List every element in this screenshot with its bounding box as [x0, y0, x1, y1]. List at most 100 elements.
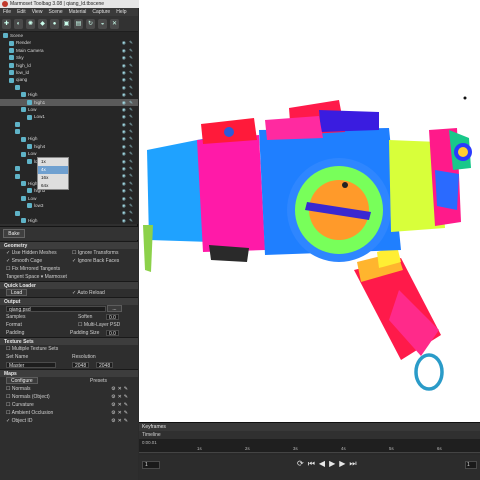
load-button[interactable]: Load — [6, 289, 28, 297]
visibility-toggle-icon[interactable]: ◉ ✎ — [122, 47, 134, 54]
map-row[interactable]: ✓ Object ID ⚙✕✎ — [0, 417, 138, 425]
menu-view[interactable]: View — [32, 8, 43, 16]
samples-option[interactable]: 16x — [38, 174, 68, 182]
multi-layer-psd-checkbox[interactable]: ☐ Multi-Layer PSD — [78, 321, 120, 329]
visibility-toggle-icon[interactable]: ◉ ✎ — [122, 187, 134, 194]
visibility-toggle-icon[interactable]: ◉ ✎ — [122, 172, 134, 179]
loop-icon[interactable]: ⟳ — [297, 459, 308, 468]
visibility-toggle-icon[interactable]: ◉ ✎ — [122, 128, 134, 135]
samples-dropdown-list[interactable]: 1x 4x 16x 64x — [37, 157, 69, 190]
menu-scene[interactable]: Scene — [48, 8, 62, 16]
quick-loader-section-header[interactable]: Quick Loader — [0, 281, 138, 289]
visibility-toggle-icon[interactable]: ◉ ✎ — [122, 121, 134, 128]
map-settings-icon[interactable]: ⚙✕✎ — [111, 417, 130, 425]
skip-end-icon[interactable]: ⏭ — [349, 459, 360, 468]
tree-row[interactable]: ◉ ✎ — [0, 165, 138, 172]
tree-row[interactable]: Render ◉ ✎ — [0, 39, 138, 46]
tree-row[interactable]: Sky ◉ ✎ — [0, 54, 138, 61]
tree-row[interactable]: Low1 ◉ ✎ — [0, 113, 138, 120]
presets-label[interactable]: Presets — [90, 377, 107, 385]
map-settings-icon[interactable]: ⚙✕✎ — [111, 409, 130, 417]
map-row[interactable]: ☐ Normals (Object) ⚙✕✎ — [0, 393, 138, 401]
visibility-toggle-icon[interactable]: ◉ ✎ — [122, 62, 134, 69]
visibility-toggle-icon[interactable]: ◉ ✎ — [122, 91, 134, 98]
configure-button[interactable]: Configure — [6, 377, 38, 385]
map-settings-icon[interactable]: ⚙✕✎ — [111, 401, 130, 409]
tree-row[interactable]: high4 ◉ ✎ — [0, 143, 138, 150]
play-icon[interactable]: ▶ — [329, 459, 339, 468]
tree-row[interactable]: high1 ◉ ✎ — [0, 98, 138, 106]
menu-edit[interactable]: Edit — [17, 8, 26, 16]
visibility-toggle-icon[interactable]: ◉ ✎ — [122, 69, 134, 76]
visibility-toggle-icon[interactable]: ◉ ✎ — [122, 76, 134, 83]
texture-sets-section-header[interactable]: Texture Sets — [0, 337, 138, 345]
step-back-icon[interactable]: ◀ — [319, 459, 329, 468]
tree-row[interactable]: High ◉ ✎ — [0, 180, 138, 187]
ignore-transforms-checkbox[interactable]: ☐ Ignore Transforms — [72, 249, 118, 257]
skip-start-icon[interactable]: ⏮ — [308, 459, 319, 468]
visibility-toggle-icon[interactable]: ◉ ✎ — [122, 150, 134, 157]
visibility-toggle-icon[interactable]: ◉ ✎ — [122, 202, 134, 209]
tree-row[interactable]: qiang ◉ ✎ — [0, 76, 138, 83]
output-file-field[interactable]: qiang.psd — [6, 305, 106, 313]
mesh-icon[interactable]: ◆ — [38, 19, 47, 29]
ignore-back-faces-checkbox[interactable]: ✓ Ignore Back Faces — [72, 257, 119, 265]
group-icon[interactable]: ▤ — [74, 19, 83, 29]
turntable-icon[interactable]: ↻ — [86, 19, 95, 29]
baker-icon[interactable]: ▣ — [62, 19, 71, 29]
visibility-toggle-icon[interactable]: ◉ ✎ — [122, 180, 134, 187]
tree-row[interactable]: Scene — [0, 32, 138, 39]
samples-option[interactable]: 64x — [38, 182, 68, 190]
new-scene-icon[interactable]: ✚ — [2, 19, 11, 29]
map-row[interactable]: ☐ Ambient Occlusion ⚙✕✎ — [0, 409, 138, 417]
tangent-space-select[interactable]: ▾ Marmoset — [41, 274, 67, 280]
tree-row[interactable]: ◉ ✎ — [0, 121, 138, 128]
step-forward-icon[interactable]: ▶ — [339, 459, 349, 468]
camera-icon[interactable]: ◐ — [14, 19, 23, 29]
menu-file[interactable]: File — [3, 8, 11, 16]
light-icon[interactable]: ✺ — [26, 19, 35, 29]
menu-help[interactable]: Help — [116, 8, 126, 16]
3d-viewport[interactable] — [139, 0, 480, 422]
tree-row[interactable]: High ◉ ✎ — [0, 135, 138, 142]
delete-icon[interactable]: ✕ — [110, 19, 119, 29]
samples-option[interactable]: 4x — [38, 166, 68, 174]
tree-row[interactable]: Low ◉ ✎ — [0, 195, 138, 202]
map-settings-icon[interactable]: ⚙✕✎ — [111, 393, 130, 401]
resolution-height-field[interactable]: 2048 — [96, 362, 114, 369]
map-settings-icon[interactable]: ⚙✕✎ — [111, 385, 130, 393]
visibility-toggle-icon[interactable]: ◉ ✎ — [122, 135, 134, 142]
use-hidden-meshes-checkbox[interactable]: ✓ Use Hidden Meshes — [6, 250, 57, 256]
visibility-toggle-icon[interactable]: ◉ ✎ — [122, 99, 134, 106]
tree-row[interactable]: high_ld ◉ ✎ — [0, 62, 138, 69]
tree-row[interactable]: ◉ ✎ — [0, 209, 138, 216]
smooth-cage-checkbox[interactable]: ✓ Smooth Cage — [6, 258, 42, 264]
tree-row[interactable]: High ◉ ✎ — [0, 91, 138, 98]
menu-capture[interactable]: Capture — [92, 8, 110, 16]
tree-row[interactable]: Low ◉ ✎ — [0, 106, 138, 113]
tree-row[interactable]: High ◉ ✎ — [0, 217, 138, 224]
visibility-toggle-icon[interactable]: ◉ ✎ — [122, 54, 134, 61]
visibility-toggle-icon[interactable]: ◉ ✎ — [122, 158, 134, 165]
resolution-width-field[interactable]: 2048 — [72, 362, 90, 369]
tree-row[interactable]: ◉ ✎ — [0, 128, 138, 135]
set-name-field[interactable]: Master — [6, 361, 56, 369]
tree-row[interactable]: ◉ ✎ — [0, 172, 138, 179]
timeline-ruler[interactable]: 0:00.01 1s 2s 3s 4s 5s 6s — [139, 439, 480, 453]
visibility-toggle-icon[interactable]: ◉ ✎ — [122, 209, 134, 216]
visibility-toggle-icon[interactable]: ◉ ✎ — [122, 165, 134, 172]
frame-field[interactable]: 1 — [142, 461, 160, 469]
bake-button[interactable]: Bake — [3, 229, 25, 238]
visibility-toggle-icon[interactable]: ◉ ✎ — [122, 217, 134, 224]
end-frame-field[interactable]: 1 — [465, 461, 477, 469]
visibility-toggle-icon[interactable]: ◉ ✎ — [122, 84, 134, 91]
soften-field[interactable]: 0.0 — [106, 314, 119, 321]
material-icon[interactable]: ● — [50, 19, 59, 29]
tree-row[interactable]: low_ld ◉ ✎ — [0, 69, 138, 76]
visibility-toggle-icon[interactable]: ◉ ✎ — [122, 113, 134, 120]
tree-row[interactable]: Main Camera ◉ ✎ — [0, 47, 138, 54]
padding-size-field[interactable]: 0.0 — [106, 330, 119, 337]
browse-button[interactable]: ... — [107, 305, 122, 313]
tree-row[interactable]: high3 ◉ ✎ — [0, 187, 138, 194]
fix-mirrored-tangents-checkbox[interactable]: ☐ Fix Mirrored Tangents — [0, 265, 138, 273]
